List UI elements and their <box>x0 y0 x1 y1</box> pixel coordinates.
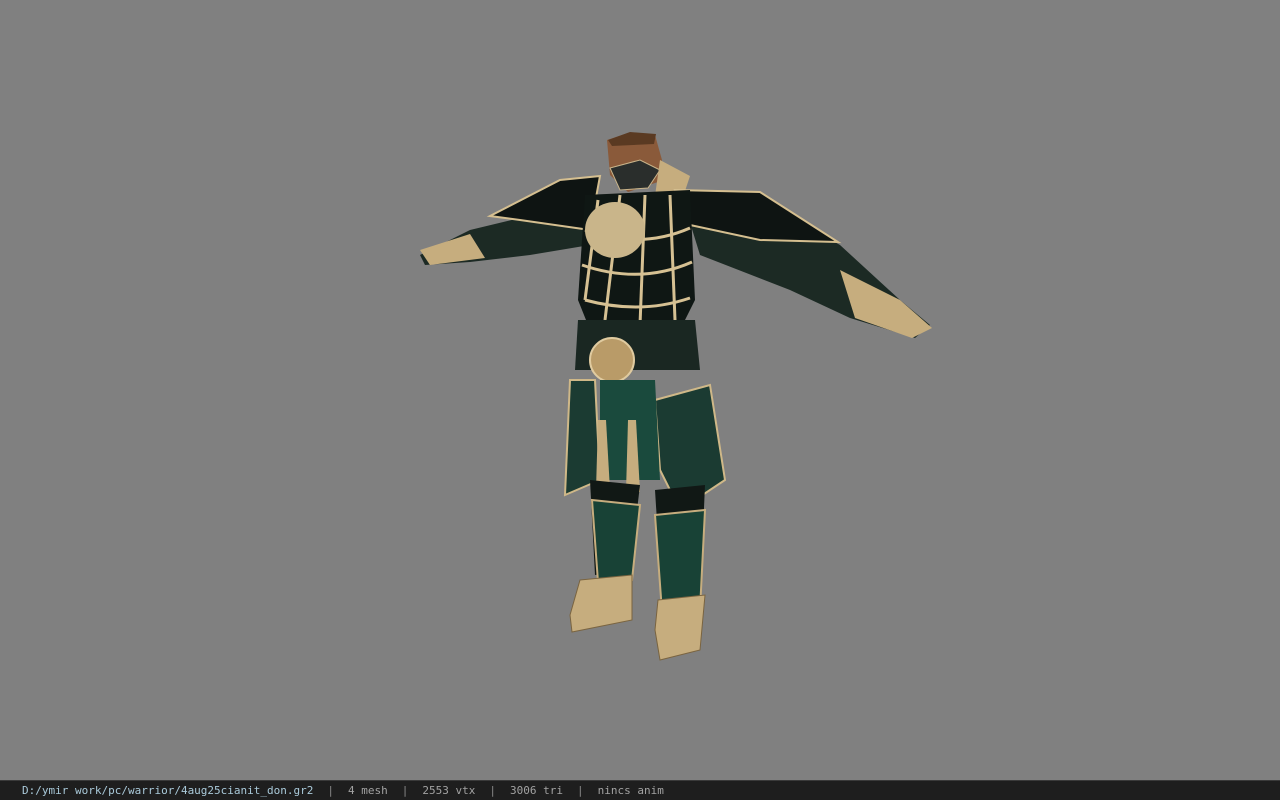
right-glove <box>840 270 932 338</box>
status-separator: | <box>577 784 584 797</box>
hair <box>608 132 656 146</box>
left-greave <box>590 498 642 584</box>
animation-status: nincs anim <box>597 784 664 797</box>
status-separator: | <box>327 784 335 797</box>
mesh-count: 4 mesh <box>348 784 388 797</box>
chest-medallion <box>585 202 645 258</box>
status-separator: | <box>489 784 497 797</box>
left-boot <box>569 574 633 633</box>
armored-warrior-model[interactable] <box>0 0 1280 780</box>
status-bar: D:/ymir work/pc/warrior/4aug25cianit_don… <box>0 780 1280 800</box>
3d-viewport[interactable] <box>0 0 1280 780</box>
left-tasset <box>563 379 602 497</box>
vertex-count: 2553 vtx <box>422 784 476 797</box>
belt-buckle <box>589 337 635 383</box>
status-separator: | <box>401 784 409 797</box>
right-boot <box>654 594 706 661</box>
triangle-count: 3006 tri <box>510 784 563 797</box>
file-path: D:/ymir work/pc/warrior/4aug25cianit_don… <box>22 784 314 797</box>
